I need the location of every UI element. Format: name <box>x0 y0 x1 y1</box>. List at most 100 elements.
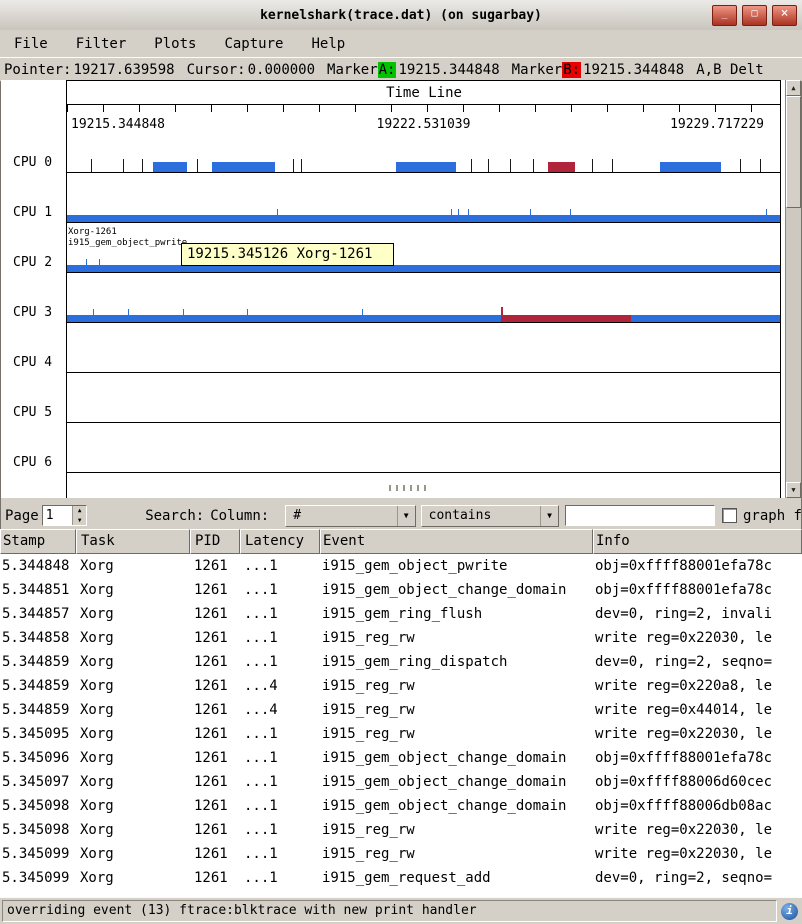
table-row[interactable]: 5.345098Xorg1261...1i915_gem_object_chan… <box>0 794 802 818</box>
plot-area[interactable]: 19215.344848 19222.531039 19229.717229 <box>66 80 781 498</box>
task-bar <box>67 315 780 322</box>
event-tick <box>451 209 452 222</box>
table-row[interactable]: 5.345095Xorg1261...1i915_reg_rwwrite reg… <box>0 722 802 746</box>
table-cell: Xorg <box>76 818 190 842</box>
table-cell: 5.345098 <box>0 818 76 842</box>
table-cell: i915_gem_object_change_domain <box>320 746 593 770</box>
delta-label: A,B Delt <box>696 62 763 78</box>
title-bar: kernelshark(trace.dat) (on sugarbay) <box>0 0 802 31</box>
graph-follows-checkbox[interactable] <box>722 508 737 523</box>
menu-plots[interactable]: Plots <box>152 34 198 54</box>
scrollbar-thumb[interactable] <box>786 96 801 208</box>
spin-down-icon[interactable]: ▼ <box>73 516 86 526</box>
match-select[interactable]: contains <box>421 505 559 527</box>
menu-filter[interactable]: Filter <box>74 34 129 54</box>
info-icon[interactable] <box>781 903 798 920</box>
table-cell: Xorg <box>76 770 190 794</box>
spinner-buttons: ▲ ▼ <box>72 506 86 525</box>
table-row[interactable]: 5.345096Xorg1261...1i915_gem_object_chan… <box>0 746 802 770</box>
table-cell: 5.345095 <box>0 722 76 746</box>
spin-up-icon[interactable]: ▲ <box>73 506 86 516</box>
table-cell: Xorg <box>76 722 190 746</box>
event-tick <box>488 159 489 172</box>
event-tick <box>277 209 278 222</box>
search-label: Search: <box>145 508 204 524</box>
pane-splitter-handle[interactable] <box>389 485 429 491</box>
status-bar: overriding event (13) ftrace:blktrace wi… <box>0 897 802 924</box>
cpu-plot-row-5[interactable] <box>67 405 780 423</box>
table-cell: ...4 <box>240 698 320 722</box>
table-row[interactable]: 5.344859Xorg1261...4i915_reg_rwwrite reg… <box>0 698 802 722</box>
chevron-down-icon[interactable] <box>540 506 558 526</box>
cpu-label: CPU 4 <box>13 355 52 370</box>
event-tick <box>740 159 741 172</box>
table-cell: 5.344859 <box>0 650 76 674</box>
table-row[interactable]: 5.345097Xorg1261...1i915_gem_object_chan… <box>0 770 802 794</box>
cpu-plot-row-3[interactable] <box>67 305 780 323</box>
event-tick <box>592 159 593 172</box>
table-cell: 5.344857 <box>0 602 76 626</box>
event-tick <box>612 159 613 172</box>
column-select[interactable]: # <box>285 505 415 527</box>
table-cell: ...1 <box>240 866 320 890</box>
close-button[interactable] <box>772 5 797 26</box>
scroll-down-icon[interactable] <box>786 482 801 498</box>
minimize-button[interactable] <box>712 5 737 26</box>
table-row[interactable]: 5.345098Xorg1261...1i915_reg_rwwrite reg… <box>0 818 802 842</box>
table-cell: 5.345098 <box>0 794 76 818</box>
event-tick <box>468 209 469 222</box>
chevron-down-icon[interactable] <box>397 506 415 526</box>
table-row[interactable]: 5.344858Xorg1261...1i915_reg_rwwrite reg… <box>0 626 802 650</box>
table-cell: 1261 <box>190 602 240 626</box>
table-row[interactable]: 5.344859Xorg1261...1i915_gem_ring_dispat… <box>0 650 802 674</box>
cpu-plot-row-1[interactable] <box>67 205 780 223</box>
table-row[interactable]: 5.345099Xorg1261...1i915_gem_request_add… <box>0 866 802 890</box>
kernelshark-window: kernelshark(trace.dat) (on sugarbay) Fil… <box>0 0 802 924</box>
table-cell: i915_gem_object_change_domain <box>320 770 593 794</box>
menu-capture[interactable]: Capture <box>222 34 285 54</box>
table-row[interactable]: 5.345099Xorg1261...1i915_reg_rwwrite reg… <box>0 842 802 866</box>
table-row[interactable]: 5.344848Xorg1261...1i915_gem_object_pwri… <box>0 554 802 578</box>
table-cell: write reg=0x22030, le <box>593 842 802 866</box>
header-info[interactable]: Info <box>593 529 802 554</box>
header-stamp[interactable]: Stamp <box>0 529 76 554</box>
event-tick <box>510 159 511 172</box>
cpu-plot-row-2[interactable] <box>67 255 780 273</box>
table-cell: Xorg <box>76 842 190 866</box>
timestamp-center: 19222.531039 <box>377 117 471 132</box>
graph-scrollbar[interactable] <box>785 80 801 498</box>
maximize-button[interactable] <box>742 5 767 26</box>
header-task[interactable]: Task <box>76 529 190 554</box>
search-input[interactable] <box>565 505 715 526</box>
header-event[interactable]: Event <box>320 529 593 554</box>
scroll-up-icon[interactable] <box>786 80 801 96</box>
menu-file[interactable]: File <box>12 34 50 54</box>
plot-task-label: Xorg-1261 <box>68 227 117 237</box>
table-cell: write reg=0x44014, le <box>593 698 802 722</box>
event-tick <box>530 209 531 222</box>
header-latency[interactable]: Latency <box>240 529 320 554</box>
table-cell: Xorg <box>76 578 190 602</box>
table-cell: obj=0xffff88006d60cec <box>593 770 802 794</box>
table-row[interactable]: 5.344857Xorg1261...1i915_gem_ring_flushd… <box>0 602 802 626</box>
cpu-plot-row-4[interactable] <box>67 355 780 373</box>
menu-help[interactable]: Help <box>309 34 347 54</box>
table-cell: 5.344859 <box>0 698 76 722</box>
header-pid[interactable]: PID <box>190 529 240 554</box>
cpu-plot-row-6[interactable] <box>67 455 780 473</box>
table-cell: ...4 <box>240 674 320 698</box>
task-bar <box>67 265 780 272</box>
table-cell: 1261 <box>190 554 240 578</box>
table-cell: 5.345097 <box>0 770 76 794</box>
marker-b-value: 19215.344848 <box>583 62 684 78</box>
table-cell: i915_reg_rw <box>320 818 593 842</box>
page-value: 1 <box>43 506 72 525</box>
cursor-value: 0.000000 <box>248 62 315 78</box>
table-row[interactable]: 5.344851Xorg1261...1i915_gem_object_chan… <box>0 578 802 602</box>
cpu-plot-row-0[interactable] <box>67 155 780 173</box>
page-spinner[interactable]: 1 ▲ ▼ <box>42 505 87 526</box>
column-label: Column: <box>210 508 269 524</box>
table-cell: i915_reg_rw <box>320 626 593 650</box>
table-row[interactable]: 5.344859Xorg1261...4i915_reg_rwwrite reg… <box>0 674 802 698</box>
cpu-label: CPU 5 <box>13 405 52 420</box>
